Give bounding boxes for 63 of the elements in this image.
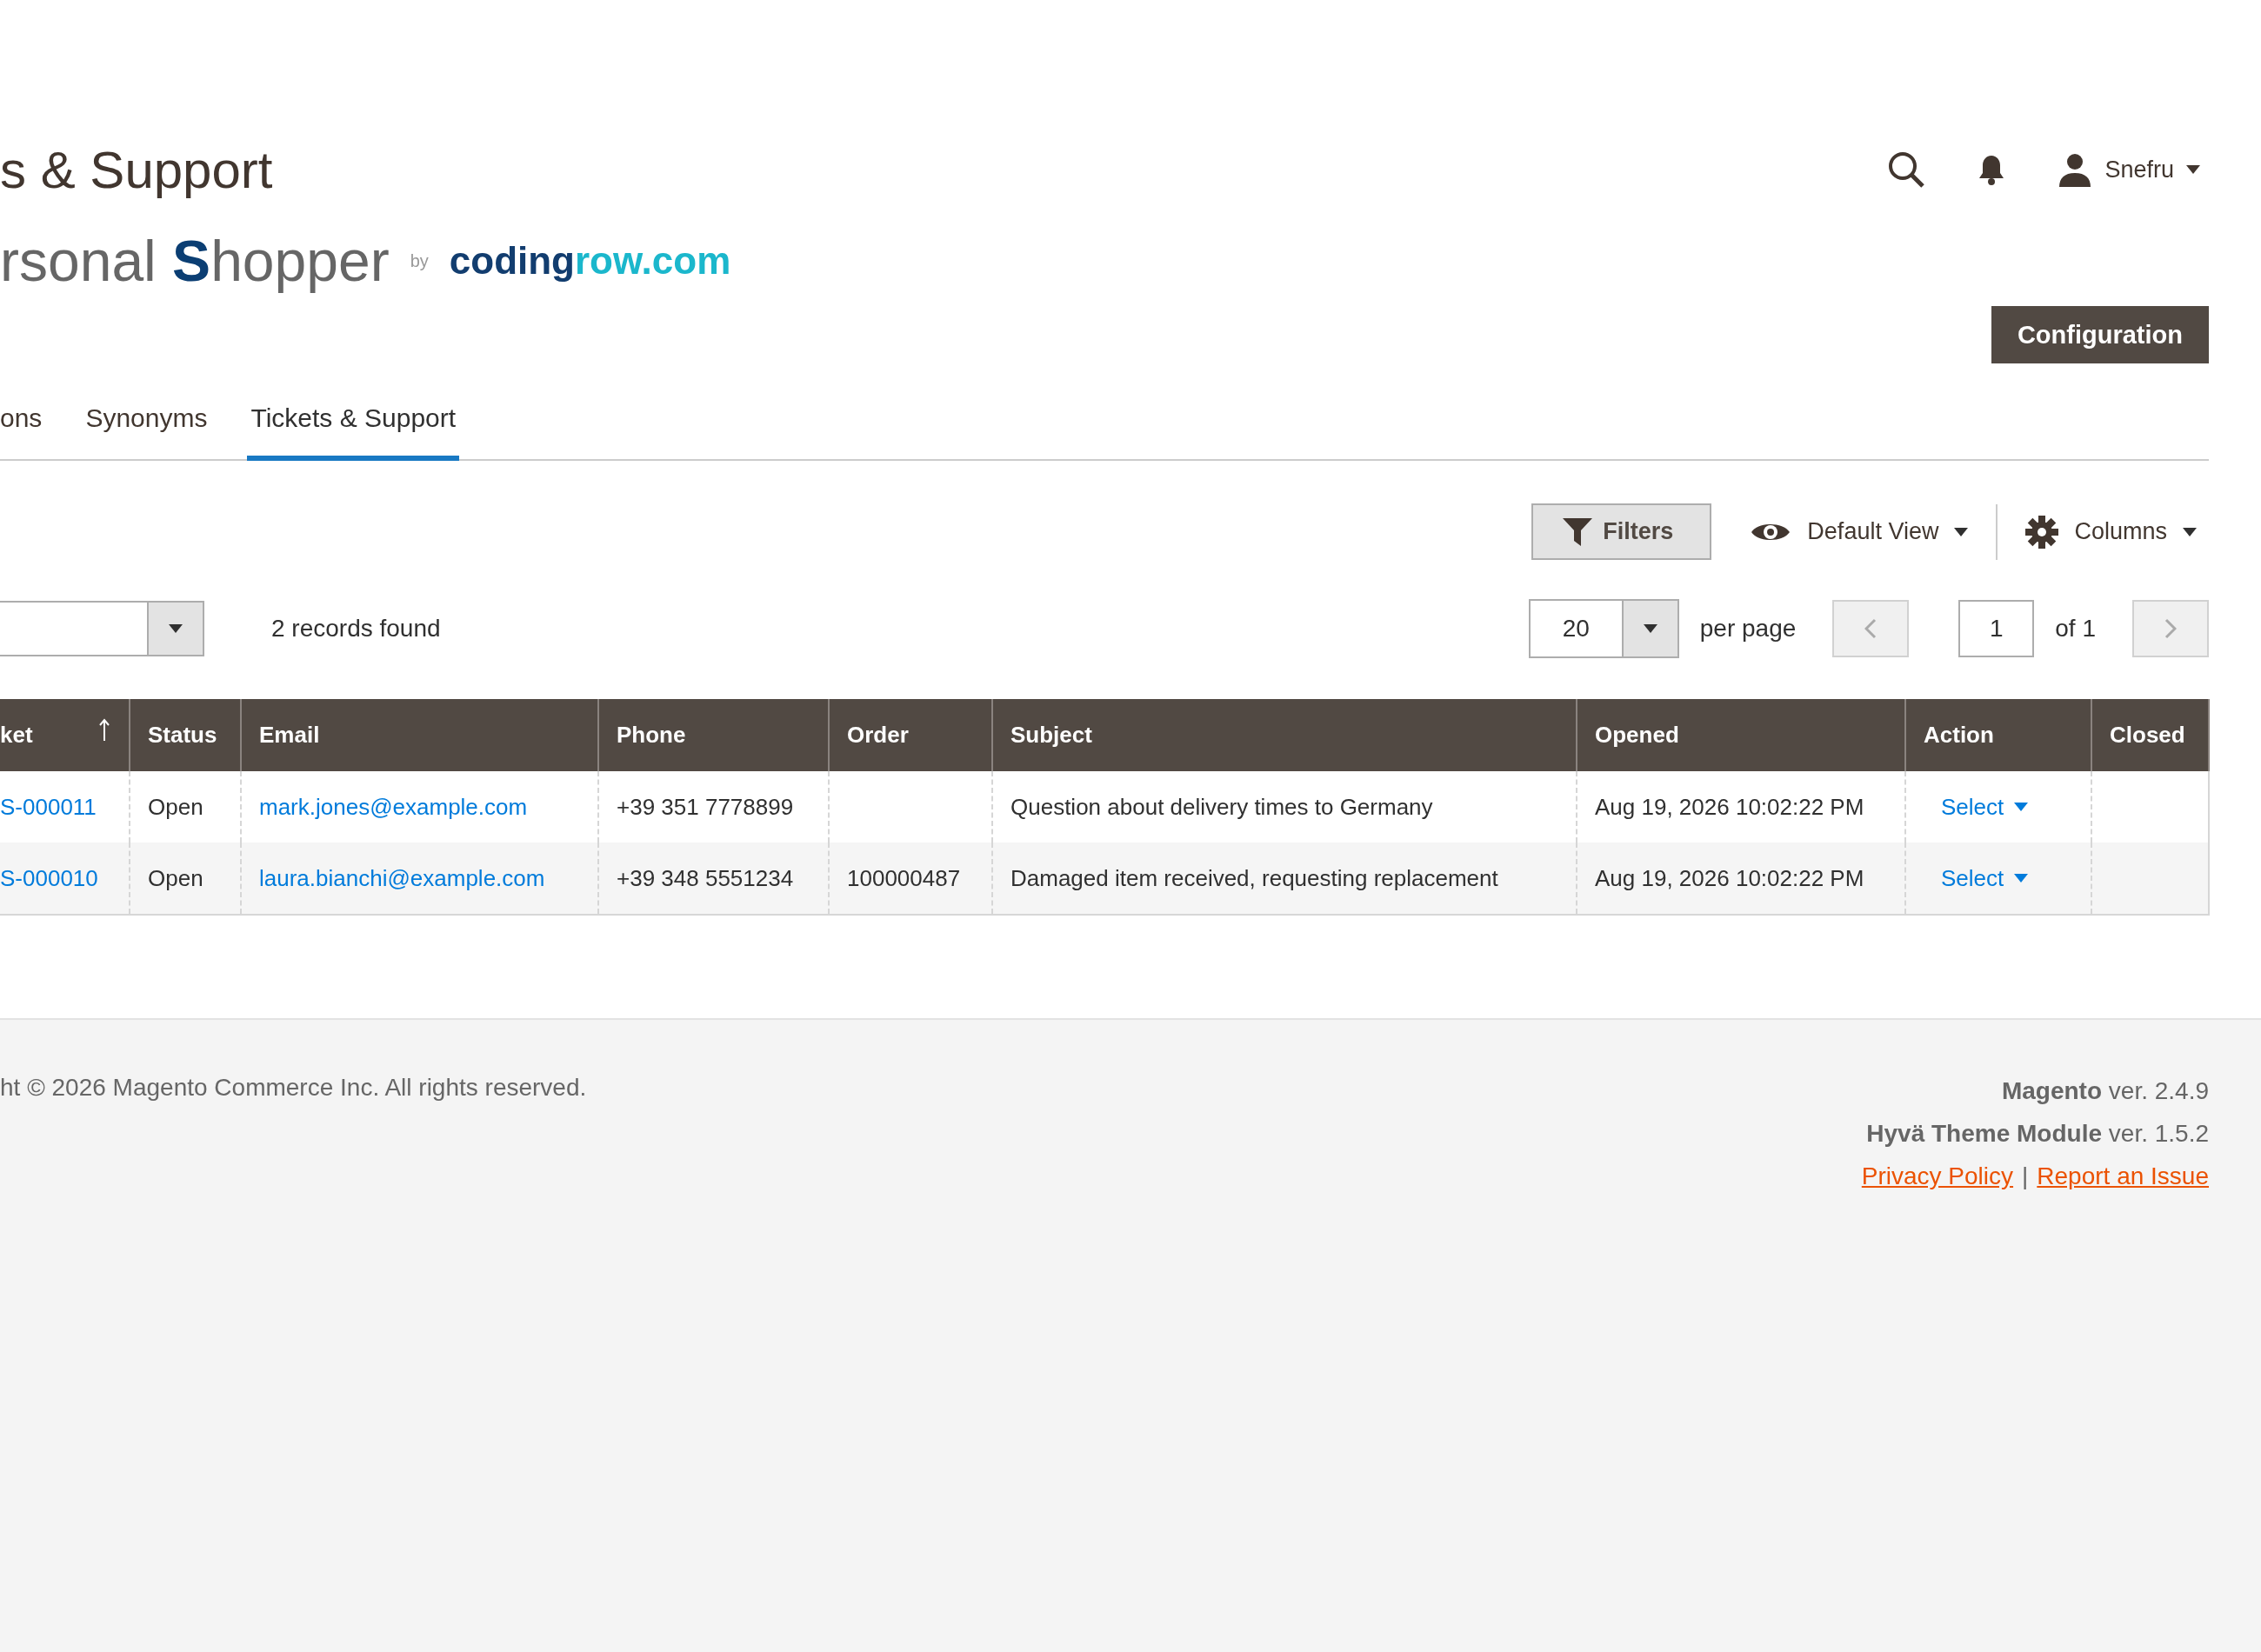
action-select[interactable] xyxy=(0,601,204,656)
column-header[interactable]: Status xyxy=(130,699,241,771)
tab[interactable]: Tickets & Support xyxy=(247,388,460,461)
table-cell: Open xyxy=(148,864,203,891)
table-cell: Aug 19, 2026 10:02:22 PM xyxy=(1595,864,1864,891)
caret-icon xyxy=(1954,527,1969,536)
bell-icon[interactable] xyxy=(1978,154,2006,185)
caret-icon xyxy=(2014,803,2029,811)
configuration-button[interactable]: Configuration xyxy=(1991,306,2209,363)
table-cell: +39 351 7778899 xyxy=(617,793,794,820)
column-header[interactable]: Email xyxy=(241,699,598,771)
gear-icon xyxy=(2025,515,2059,549)
version-info: Hyvä Theme Module ver. 1.5.2 xyxy=(1866,1119,2209,1149)
version-info: Magento ver. 2.4.9 xyxy=(2001,1076,2209,1106)
view-dropdown[interactable]: Default View xyxy=(1737,505,1981,558)
records-count: 2 records found xyxy=(271,615,441,643)
select-action[interactable]: Select xyxy=(1941,793,2029,821)
column-header[interactable]: Order xyxy=(829,699,992,771)
column-header[interactable]: Closed xyxy=(2091,699,2209,771)
caret-icon xyxy=(2183,527,2197,536)
per-page-select[interactable]: 20 xyxy=(1528,599,1679,658)
product-name: rsonal Shopper xyxy=(0,228,390,294)
column-header[interactable]: Phone xyxy=(598,699,829,771)
table-link[interactable]: laura.bianchi@example.com xyxy=(259,864,545,891)
caret-icon xyxy=(2014,874,2029,883)
table-cell: Aug 19, 2026 10:02:22 PM xyxy=(1595,793,1864,820)
page-input[interactable]: 1 xyxy=(1958,600,2035,657)
caret-icon xyxy=(169,624,183,633)
table-link[interactable]: S-000010 xyxy=(0,864,98,891)
per-page-label: per page xyxy=(1699,615,1797,643)
table-cell: +39 348 5551234 xyxy=(617,864,794,891)
columns-dropdown[interactable]: Columns xyxy=(2013,505,2209,558)
table-link[interactable]: mark.jones@example.com xyxy=(259,793,528,820)
table-cell: Question about delivery times to Germany xyxy=(1010,793,1433,820)
table-cell: 100000487 xyxy=(847,864,961,891)
user-name: Snefru xyxy=(2104,156,2174,183)
table-link[interactable]: S-000011 xyxy=(0,793,97,820)
column-header[interactable]: ket xyxy=(0,699,130,771)
user-icon xyxy=(2058,152,2093,187)
previous-page-button[interactable] xyxy=(1832,600,1910,657)
copyright: ht © 2026 Magento Commerce Inc. All rights reserved. xyxy=(0,1074,587,1102)
tab[interactable]: Synonyms xyxy=(82,388,211,461)
column-header[interactable]: Action xyxy=(1905,699,2091,771)
vendor-logo: codingrow.com xyxy=(449,239,731,283)
column-header[interactable]: Opened xyxy=(1577,699,1905,771)
tab[interactable]: ons xyxy=(0,388,46,461)
by-label: by xyxy=(410,250,429,271)
column-header[interactable]: Subject xyxy=(992,699,1577,771)
page-total: of 1 xyxy=(2055,615,2096,643)
table-cell: Damaged item received, requesting replacement xyxy=(1010,864,1498,891)
chevron-right-icon xyxy=(2164,618,2177,639)
filter-icon xyxy=(1563,517,1593,546)
next-page-button[interactable] xyxy=(2132,600,2209,657)
link-separator: | xyxy=(2022,1162,2029,1191)
chevron-left-icon xyxy=(1864,618,1877,639)
user-menu[interactable]: Snefru xyxy=(2058,152,2209,187)
search-icon[interactable] xyxy=(1887,150,1926,189)
filters-button[interactable]: Filters xyxy=(1531,503,1712,560)
caret-icon xyxy=(2186,165,2200,174)
page-title: s & Support xyxy=(0,139,273,200)
table-cell: Open xyxy=(148,793,203,820)
select-action[interactable]: Select xyxy=(1941,864,2029,892)
caret-icon xyxy=(1643,624,1657,633)
